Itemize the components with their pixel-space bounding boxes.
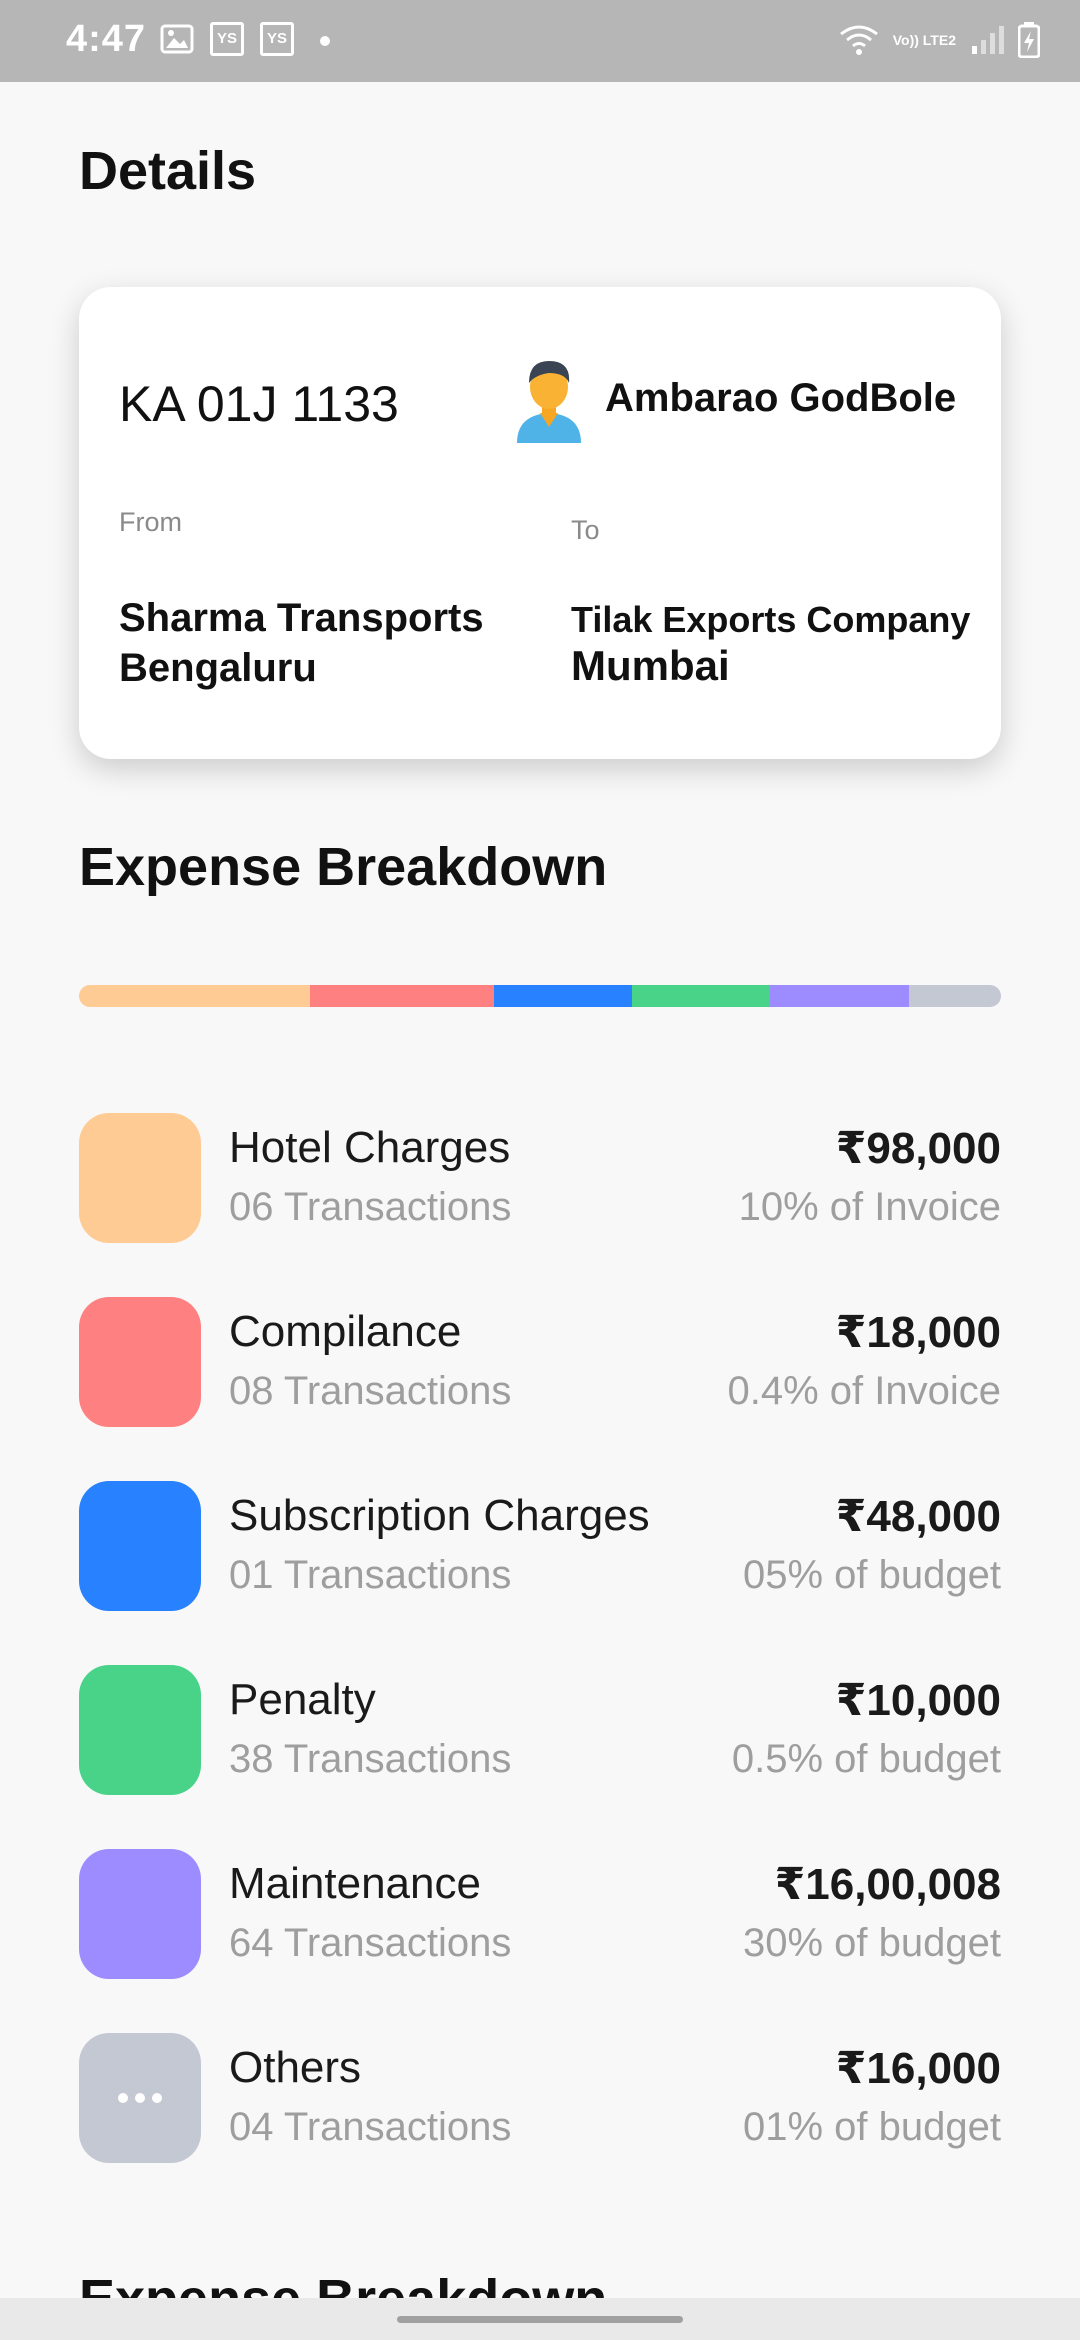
expense-amount: ₹16,00,008	[774, 1860, 1001, 1909]
expense-row[interactable]: Subscription Charges 01 Transactions ₹48,0…	[79, 1481, 1001, 1665]
origin-address: Sharma Transports Bengaluru	[119, 593, 484, 693]
expense-row[interactable]: Compilance 08 Transactions ₹18,000 0.4% of …	[79, 1297, 1001, 1481]
page-title: Details	[79, 141, 257, 201]
expense-row[interactable]: Hotel Charges 06 Transactions ₹98,000 10% o…	[79, 1113, 1001, 1297]
expense-amount: ₹10,000	[835, 1676, 1001, 1725]
expense-amount: ₹16,000	[835, 2044, 1001, 2093]
expense-bar-segment	[79, 985, 310, 1007]
expense-transaction-count: 08 Transactions	[229, 1369, 512, 1413]
more-notifications-dot	[320, 36, 330, 46]
expense-amount: ₹98,000	[835, 1124, 1001, 1173]
destination-company: Tilak Exports Company	[571, 599, 971, 640]
expense-row[interactable]: Maintenance 64 Transactions ₹16,00,008 30% …	[79, 1849, 1001, 2033]
expense-breakdown-bar	[79, 985, 1001, 1007]
status-bar: 4:47 YS YS Vo)) LTE2	[0, 0, 1080, 82]
expense-percentage: 0.4% of Invoice	[727, 1369, 1002, 1413]
expense-bar-segment	[908, 985, 1001, 1007]
more-dot	[152, 2093, 162, 2103]
image-notification-icon	[160, 24, 194, 54]
category-color-swatch	[79, 1113, 201, 1243]
category-color-swatch	[79, 1665, 201, 1795]
expense-transaction-count: 38 Transactions	[229, 1737, 512, 1781]
expense-breakdown-title: Expense Breakdown	[79, 837, 608, 897]
expense-row[interactable]: Penalty 38 Transactions ₹10,000 0.5% of bud…	[79, 1665, 1001, 1849]
vehicle-number: KA 01J 1133	[119, 376, 399, 432]
expense-amount: ₹18,000	[835, 1308, 1001, 1357]
expense-category-name: Subscription Charges	[229, 1491, 650, 1540]
expense-percentage: 30% of budget	[743, 1921, 1001, 1965]
signal-icon	[972, 26, 1004, 54]
expense-category-name: Compilance	[229, 1307, 462, 1356]
driver-info: Ambarao GodBole	[509, 353, 956, 443]
expense-amount: ₹48,000	[835, 1492, 1001, 1541]
expense-transaction-count: 64 Transactions	[229, 1921, 512, 1965]
navigation-bar	[0, 2298, 1080, 2340]
app-notification-icon: YS	[210, 22, 244, 56]
expense-category-name: Penalty	[229, 1675, 376, 1724]
driver-avatar-icon	[517, 361, 581, 443]
network-type-label: Vo)) LTE2	[892, 31, 956, 48]
gesture-handle[interactable]	[397, 2316, 683, 2323]
trip-details-card[interactable]: KA 01J 1133 Ambarao GodBole From To Shar…	[79, 287, 1001, 759]
category-color-swatch	[79, 1297, 201, 1427]
expense-category-name: Hotel Charges	[229, 1123, 511, 1172]
expense-bar-segment	[632, 985, 771, 1007]
expense-percentage: 05% of budget	[743, 1553, 1001, 1597]
expense-row[interactable]: Others 04 Transactions ₹16,000 01% of budge…	[79, 2033, 1001, 2217]
origin-company: Sharma Transports	[119, 596, 484, 640]
expense-bar-segment	[309, 985, 494, 1007]
category-color-swatch	[79, 1481, 201, 1611]
expense-transaction-count: 04 Transactions	[229, 2105, 512, 2149]
wifi-icon	[839, 25, 878, 55]
driver-name: Ambarao GodBole	[605, 375, 957, 420]
origin-city: Bengaluru	[119, 646, 317, 690]
expense-transaction-count: 06 Transactions	[229, 1185, 512, 1229]
expense-category-name: Maintenance	[229, 1859, 481, 1908]
more-icon	[79, 2033, 201, 2163]
status-right: Vo)) LTE2	[839, 18, 1040, 62]
from-label: From	[119, 507, 182, 537]
destination-address: Tilak Exports Company Mumbai	[571, 597, 970, 689]
status-time: 4:47	[66, 18, 147, 60]
expense-breakdown-title-2: Expense Breakdown	[79, 2268, 607, 2298]
battery-charging-icon	[1018, 22, 1040, 58]
expense-bar-segment	[493, 985, 633, 1007]
app-notification-icon: YS	[260, 22, 294, 56]
to-label: To	[571, 515, 600, 545]
expense-percentage: 10% of Invoice	[738, 1185, 1001, 1229]
destination-city: Mumbai	[571, 642, 730, 689]
expense-transaction-count: 01 Transactions	[229, 1553, 512, 1597]
category-color-swatch	[79, 1849, 201, 1979]
expense-bar-segment	[770, 985, 909, 1007]
expense-list: Hotel Charges 06 Transactions ₹98,000 10% o…	[79, 1113, 1001, 2217]
expense-category-name: Others	[229, 2043, 362, 2092]
expense-percentage: 0.5% of budget	[731, 1737, 1001, 1781]
more-dot	[135, 2093, 145, 2103]
more-dot	[118, 2093, 128, 2103]
expense-percentage: 01% of budget	[743, 2105, 1001, 2149]
